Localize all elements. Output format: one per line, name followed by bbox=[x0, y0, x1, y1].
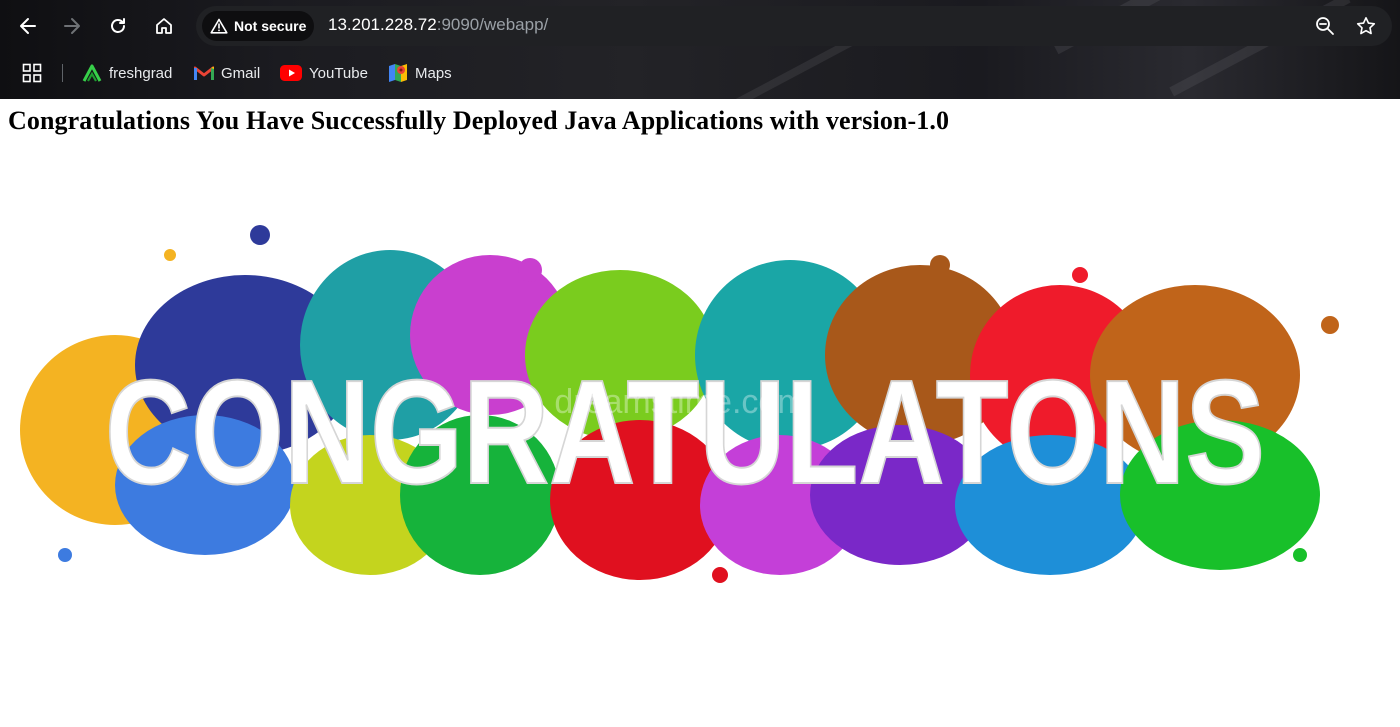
browser-chrome: Not secure 13.201.228.72:9090/webapp/ fr… bbox=[0, 0, 1400, 99]
security-label: Not secure bbox=[234, 18, 307, 34]
bookmark-maps[interactable]: Maps bbox=[384, 60, 456, 86]
back-button[interactable] bbox=[10, 8, 46, 44]
url-text[interactable]: 13.201.228.72:9090/webapp/ bbox=[328, 15, 548, 35]
bookmarks-bar: freshgrad Gmail YouTube Maps bbox=[0, 52, 1400, 92]
home-button[interactable] bbox=[146, 8, 182, 44]
browser-toolbar: Not secure 13.201.228.72:9090/webapp/ bbox=[0, 0, 1400, 52]
url-host: 13.201.228.72 bbox=[328, 15, 437, 34]
bookmark-label: Gmail bbox=[221, 64, 261, 82]
maps-icon bbox=[389, 64, 407, 82]
url-path: :9090/webapp/ bbox=[436, 15, 549, 34]
apps-grid-icon bbox=[22, 63, 42, 83]
security-indicator[interactable]: Not secure bbox=[202, 11, 314, 41]
watermark-text: dreamstime.com bbox=[554, 383, 805, 421]
bookmark-label: freshgrad bbox=[109, 64, 173, 82]
star-icon bbox=[1356, 17, 1376, 35]
bookmarks-divider bbox=[62, 64, 63, 82]
apps-button[interactable] bbox=[20, 61, 44, 85]
bookmark-label: Maps bbox=[415, 64, 452, 82]
bookmark-label: YouTube bbox=[309, 64, 368, 82]
youtube-icon bbox=[280, 65, 302, 81]
gmail-icon bbox=[194, 66, 214, 80]
warning-triangle-icon bbox=[210, 18, 228, 34]
address-bar[interactable]: Not secure 13.201.228.72:9090/webapp/ bbox=[196, 6, 1392, 46]
zoom-out-icon bbox=[1316, 17, 1334, 35]
reload-icon bbox=[111, 18, 125, 33]
bookmark-youtube[interactable]: YouTube bbox=[276, 60, 372, 86]
home-icon bbox=[156, 18, 172, 34]
bookmark-gmail[interactable]: Gmail bbox=[190, 60, 264, 86]
congratulations-banner: CONGRATULATONS dreamstime.com bbox=[20, 205, 1350, 605]
reload-button[interactable] bbox=[100, 8, 136, 44]
paint-splash-image: CONGRATULATONS dreamstime.com bbox=[20, 225, 1339, 583]
congratulations-wordmark: CONGRATULATONS bbox=[105, 350, 1265, 515]
back-arrow-icon bbox=[20, 18, 36, 34]
forward-arrow-icon bbox=[64, 18, 80, 34]
page-heading: Congratulations You Have Successfully De… bbox=[8, 106, 950, 135]
freshgrad-icon bbox=[82, 64, 102, 82]
zoom-button[interactable] bbox=[1310, 11, 1340, 41]
forward-button[interactable] bbox=[54, 8, 90, 44]
bookmark-freshgrad[interactable]: freshgrad bbox=[78, 60, 176, 86]
bookmark-star-button[interactable] bbox=[1351, 11, 1381, 41]
